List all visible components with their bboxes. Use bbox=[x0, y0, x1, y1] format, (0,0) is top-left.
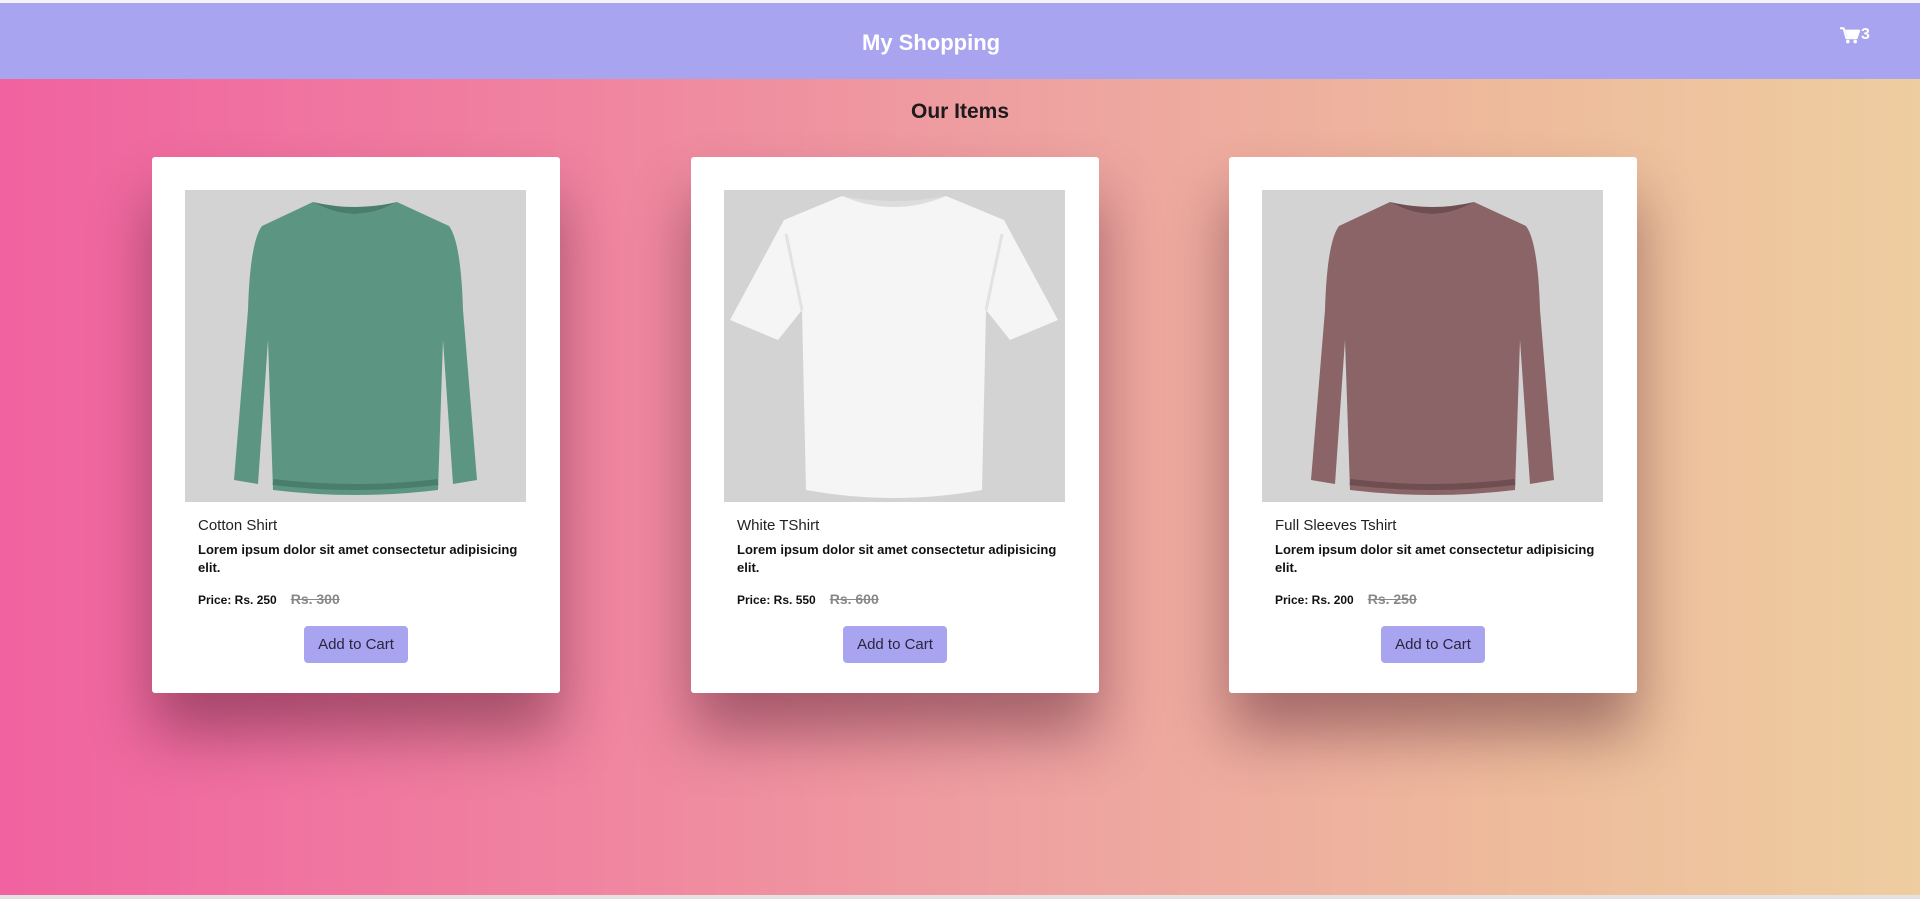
product-card: Cotton Shirt Lorem ipsum dolor sit amet … bbox=[152, 157, 560, 693]
product-description: Lorem ipsum dolor sit amet consectetur a… bbox=[1275, 542, 1595, 575]
add-to-cart-button[interactable]: Add to Cart bbox=[304, 626, 408, 663]
price-row: Price: Rs. 200 Rs. 250 bbox=[1275, 591, 1417, 607]
add-to-cart-button[interactable]: Add to Cart bbox=[843, 626, 947, 663]
cart-button[interactable]: 3 bbox=[1840, 26, 1870, 44]
maroon-shirt-shape bbox=[1311, 202, 1554, 495]
section-title: Our Items bbox=[910, 100, 1010, 123]
bottom-border bbox=[0, 895, 1920, 899]
product-description: Lorem ipsum dolor sit amet consectetur a… bbox=[737, 542, 1057, 575]
product-description: Lorem ipsum dolor sit amet consectetur a… bbox=[198, 542, 518, 575]
price-row: Price: Rs. 550 Rs. 600 bbox=[737, 591, 879, 607]
product-old-price: Rs. 250 bbox=[1367, 591, 1417, 607]
cart-icon bbox=[1840, 26, 1860, 44]
brand-title[interactable]: My Shopping bbox=[862, 30, 1000, 56]
product-image bbox=[724, 190, 1065, 502]
products-section: Our Items Cotton Shirt Lorem ipsum dolor… bbox=[0, 79, 1920, 895]
navbar: My Shopping 3 bbox=[0, 3, 1920, 79]
product-name: White TShirt bbox=[737, 517, 820, 534]
product-price: Price: Rs. 250 bbox=[198, 593, 277, 607]
product-name: Full Sleeves Tshirt bbox=[1275, 517, 1397, 534]
green-shirt-shape bbox=[234, 202, 477, 495]
product-image bbox=[1262, 190, 1603, 502]
product-price: Price: Rs. 200 bbox=[1275, 593, 1354, 607]
product-image bbox=[185, 190, 526, 502]
product-old-price: Rs. 300 bbox=[290, 591, 340, 607]
price-row: Price: Rs. 250 Rs. 300 bbox=[198, 591, 340, 607]
product-name: Cotton Shirt bbox=[198, 517, 278, 534]
cart-count: 3 bbox=[1861, 26, 1870, 43]
product-price: Price: Rs. 550 bbox=[737, 593, 816, 607]
product-card: Full Sleeves Tshirt Lorem ipsum dolor si… bbox=[1229, 157, 1637, 693]
white-tshirt-shape bbox=[730, 196, 1058, 498]
product-old-price: Rs. 600 bbox=[829, 591, 879, 607]
add-to-cart-button[interactable]: Add to Cart bbox=[1381, 626, 1485, 663]
product-card: White TShirt Lorem ipsum dolor sit amet … bbox=[691, 157, 1099, 693]
